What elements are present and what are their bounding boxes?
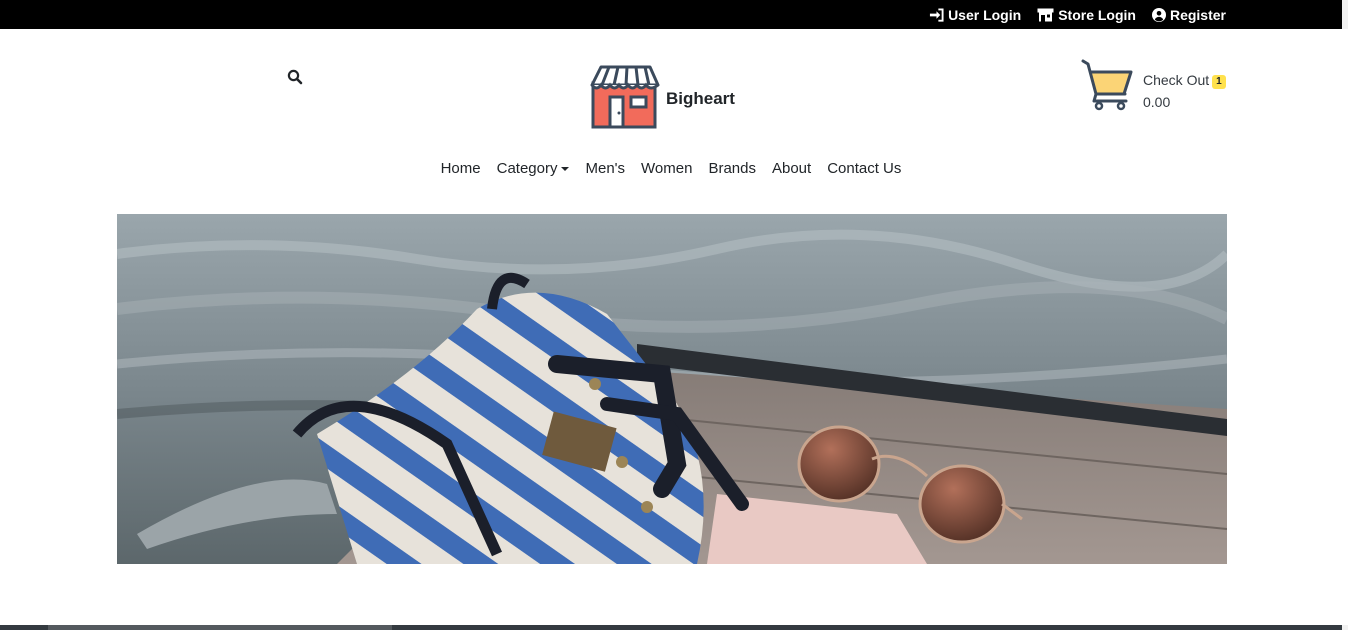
nav-label: About: [771, 160, 812, 177]
nav-label: Home: [440, 160, 481, 177]
user-circle-icon: [1151, 7, 1166, 22]
cart-count-badge: 1: [1212, 75, 1226, 89]
shop-storefront-icon: [588, 63, 660, 135]
search-button[interactable]: [287, 69, 305, 87]
main-nav: Home Category Men's Women Brands About C…: [0, 160, 1342, 177]
nav-label: Contact Us: [827, 160, 902, 177]
top-bar: User Login Store Login Register: [0, 0, 1342, 29]
shopping-cart-icon: [1081, 58, 1135, 117]
caret-down-icon: [561, 166, 570, 171]
nav-home[interactable]: Home: [441, 160, 481, 177]
nav-about[interactable]: About: [772, 160, 811, 177]
store-login-label: Store Login: [1058, 6, 1136, 23]
nav-brands[interactable]: Brands: [708, 160, 756, 177]
register-label: Register: [1169, 6, 1226, 23]
brand-logo[interactable]: Bigheart: [588, 63, 735, 135]
bottom-section-segment: [48, 625, 392, 630]
cart-info: Check Out 1 0.00: [1143, 69, 1226, 117]
store-icon: [1037, 8, 1054, 22]
checkout-label: Check Out: [1143, 72, 1210, 88]
top-links: User Login Store Login Register: [929, 0, 1226, 29]
bottom-section-edge: [0, 625, 1342, 630]
user-login-link[interactable]: User Login: [929, 7, 1021, 23]
hero-banner[interactable]: [117, 214, 1227, 564]
hero-image: [117, 214, 1227, 564]
nav-label: Women: [641, 160, 693, 177]
nav-label: Men's: [585, 160, 626, 177]
scrollbar-thumb[interactable]: [1342, 29, 1348, 625]
cart-label-row: Check Out 1: [1143, 69, 1226, 91]
nav-label: Brands: [708, 160, 756, 177]
user-login-label: User Login: [948, 6, 1022, 23]
cart-total: 0.00: [1143, 94, 1171, 110]
nav-mens[interactable]: Men's: [585, 160, 625, 177]
register-link[interactable]: Register: [1151, 6, 1226, 23]
nav-label: Category: [496, 160, 558, 177]
nav-category-dropdown[interactable]: Category: [497, 160, 570, 177]
cart-checkout[interactable]: Check Out 1 0.00: [1081, 58, 1226, 117]
brand-name: Bigheart: [666, 89, 735, 108]
search-icon: [287, 69, 303, 89]
sign-in-icon: [929, 7, 944, 22]
store-login-link[interactable]: Store Login: [1037, 7, 1136, 23]
scrollbar[interactable]: [1342, 0, 1348, 630]
nav-contact-us[interactable]: Contact Us: [827, 160, 901, 177]
nav-women[interactable]: Women: [641, 160, 692, 177]
